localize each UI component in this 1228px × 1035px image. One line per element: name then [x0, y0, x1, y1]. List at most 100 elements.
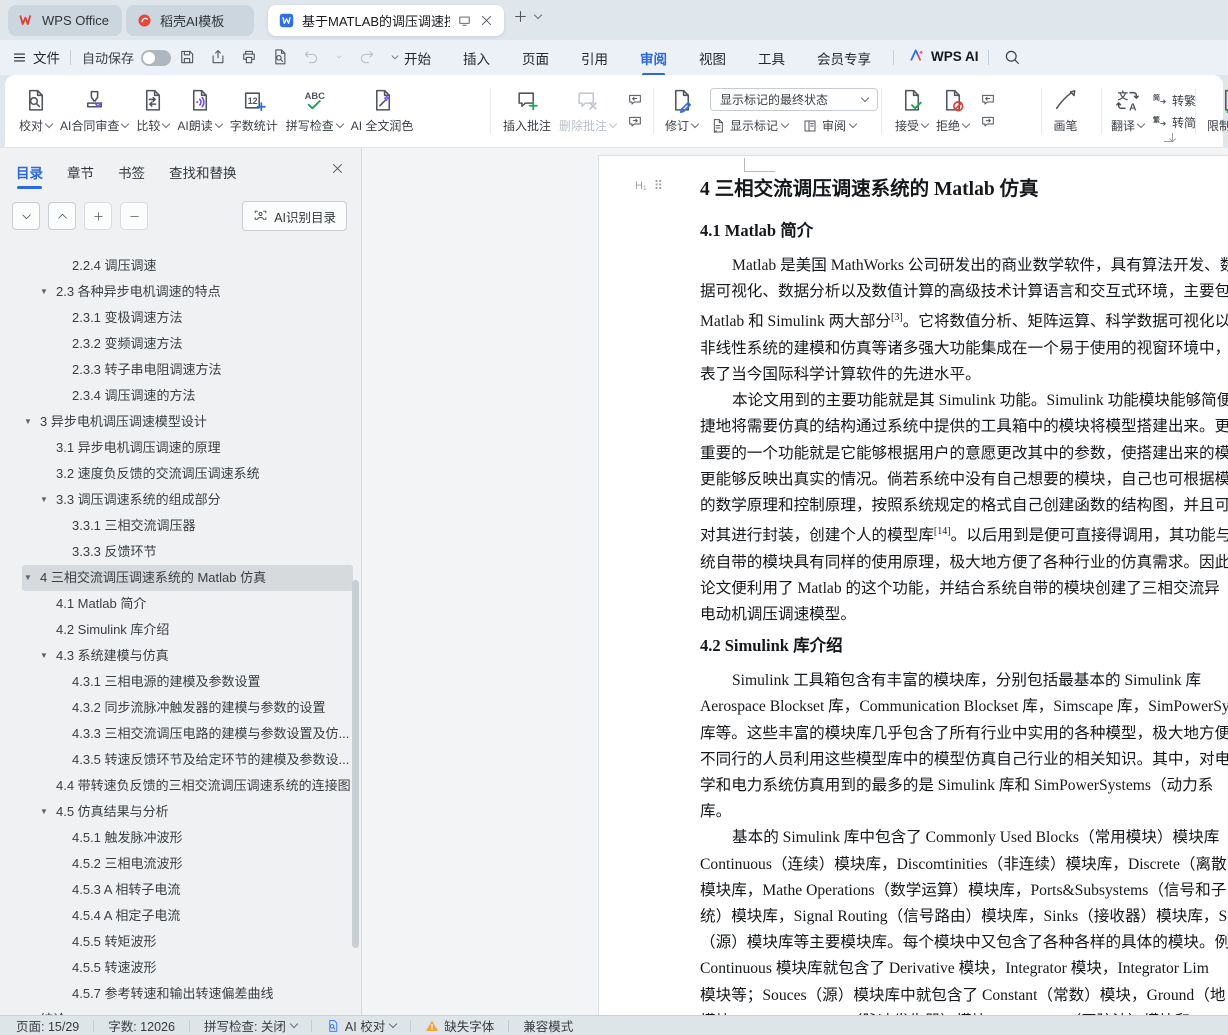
reject-button[interactable]: 拒绝 — [932, 88, 973, 134]
menu-视图[interactable]: 视图 — [699, 48, 726, 68]
chevron-sm-icon[interactable] — [389, 51, 401, 63]
collapse-arrow-icon[interactable]: ▼ — [40, 279, 48, 305]
toc-item[interactable]: 2.2.4 调压调速 — [0, 253, 361, 279]
collapse-arrow-icon[interactable]: ▼ — [40, 487, 48, 513]
document-page[interactable]: H₁ ⠿ 4 三相交流调压调速系统的 Matlab 仿真 4.1 Matlab … — [598, 155, 1228, 1015]
toc-item[interactable]: 4.1 Matlab 简介 — [0, 591, 361, 617]
spell-check-status[interactable]: 拼写检查: 关闭 — [204, 1016, 297, 1035]
toc-item[interactable]: 4.5.2 三相电流波形 — [0, 851, 361, 877]
previous-change-icon[interactable] — [979, 92, 997, 108]
plus-button[interactable] — [84, 202, 112, 230]
toc-item[interactable]: ▼4 三相交流调压调速系统的 Matlab 仿真 — [0, 565, 361, 591]
toc-item[interactable]: 4.5.5 转速波形 — [0, 955, 361, 981]
previous-comment-icon[interactable] — [626, 92, 644, 108]
toc-item[interactable]: 3.3.3 反馈环节 — [0, 539, 361, 565]
to-simplified-button[interactable]: 繁 转简 — [1152, 114, 1196, 131]
collapse-arrow-icon[interactable]: ▼ — [24, 409, 32, 435]
insert-comment-button[interactable]: 插入批注 — [499, 88, 555, 134]
export-icon[interactable] — [209, 48, 227, 66]
to-traditional-button[interactable]: 简 转繁 — [1152, 92, 1196, 109]
collapse-arrow-icon[interactable]: ▼ — [24, 565, 32, 591]
toc-item[interactable]: 4.5.5 转矩波形 — [0, 929, 361, 955]
toc-item[interactable]: ▼3.3 调压调速系统的组成部分 — [0, 487, 361, 513]
print-icon[interactable] — [240, 48, 258, 66]
menu-页面[interactable]: 页面 — [522, 48, 549, 68]
tab-list-arrow-icon[interactable] — [534, 11, 542, 19]
toc-item[interactable]: 4.2 Simulink 库介绍 — [0, 617, 361, 643]
menu-开始[interactable]: 开始 — [404, 48, 431, 68]
toc-item[interactable]: 3.2 速度负反馈的交流调压调速系统 — [0, 461, 361, 487]
ai-recognize-toc-button[interactable]: AI识别目录 — [242, 201, 347, 231]
toc-item[interactable]: ▼2.3 各种异步电机调速的特点 — [0, 279, 361, 305]
restrict-editing-button[interactable]: 限制编辑 — [1203, 88, 1228, 134]
browser-tab[interactable]: WPS Office — [8, 5, 122, 36]
toc-item[interactable]: 4.4 带转速负反馈的三相交流调压调速系统的连接图 — [0, 773, 361, 799]
toc-item[interactable]: 4.3.3 三相交流调压电路的建模与参数设置及仿... — [0, 721, 361, 747]
toc-item[interactable]: ▼4.5 仿真结果与分析 — [0, 799, 361, 825]
menu-工具[interactable]: 工具 — [758, 48, 785, 68]
page-indicator[interactable]: 页面: 15/29 — [16, 1016, 79, 1035]
chevron-sm-gray-icon[interactable] — [333, 51, 345, 63]
chev-down-button[interactable] — [12, 202, 40, 230]
minus-button[interactable] — [120, 202, 148, 230]
collapse-arrow-icon[interactable]: ▼ — [40, 643, 48, 669]
AI合同审查-button[interactable]: AI合同审查 — [56, 88, 132, 134]
校对-button[interactable]: 校对 — [15, 88, 56, 134]
wps-ai-button[interactable]: WPS AI — [908, 47, 979, 65]
preview-icon[interactable] — [271, 48, 289, 66]
pane-tab-目录[interactable]: 目录 — [16, 162, 43, 182]
menu-会员专享[interactable]: 会员专享 — [817, 48, 871, 68]
toc-item[interactable]: 4.5.1 触发脉冲波形 — [0, 825, 361, 851]
toc-item[interactable]: 4.3.2 同步流脉冲触发器的建模与参数的设置 — [0, 695, 361, 721]
pane-tab-书签[interactable]: 书签 — [118, 162, 145, 182]
toc-item[interactable]: 2.3.1 变极调速方法 — [0, 305, 361, 331]
translate-button[interactable]: 文A 翻译 — [1107, 88, 1148, 134]
accept-button[interactable]: 接受 — [891, 88, 932, 134]
next-change-icon[interactable] — [979, 114, 997, 130]
close-tab-icon[interactable] — [479, 13, 494, 28]
group-expand-icon[interactable] — [1164, 133, 1173, 142]
toc-item[interactable]: 3.1 异步电机调压调速的原理 — [0, 435, 361, 461]
toc-item[interactable]: ▼结论 — [0, 1007, 361, 1015]
browser-tab[interactable]: 基于MATLAB的调压调速控制 — [268, 5, 504, 36]
toc-item[interactable]: 4.3.5 转速反馈环节及给定环节的建模及参数设... — [0, 747, 361, 773]
undo-icon[interactable] — [302, 48, 320, 66]
word-count-indicator[interactable]: 字数: 12026 — [108, 1016, 175, 1035]
AI 全文润色-button[interactable]: AI 全文润色 — [347, 88, 418, 134]
missing-font-warning[interactable]: 缺失字体 — [425, 1016, 494, 1035]
sidebar-scrollbar[interactable] — [352, 580, 359, 948]
autosave-toggle[interactable] — [141, 50, 171, 66]
drag-handle-icon[interactable]: ⠿ — [654, 178, 663, 194]
toc-item[interactable]: 4.5.3 A 相转子电流 — [0, 877, 361, 903]
chev-up-button[interactable] — [48, 202, 76, 230]
pane-tab-查找和替换[interactable]: 查找和替换 — [169, 162, 237, 182]
ai-proofread-button[interactable]: AI 校对 — [326, 1016, 396, 1035]
比较-button[interactable]: 比较 — [132, 88, 173, 134]
browser-tab[interactable]: 稻壳AI模板 — [126, 5, 254, 36]
file-menu[interactable]: 文件 — [12, 47, 60, 67]
字数统计-button[interactable]: 12字数统计 — [226, 88, 282, 134]
toc-item[interactable]: ▼3 异步电机调压调速模型设计 — [0, 409, 361, 435]
review-pane-button[interactable]: 审阅 — [802, 117, 856, 134]
next-comment-icon[interactable] — [626, 114, 644, 130]
toc-item[interactable]: 2.3.3 转子串电阻调速方法 — [0, 357, 361, 383]
toc-item[interactable]: 4.5.4 A 相定子电流 — [0, 903, 361, 929]
menu-审阅[interactable]: 审阅 — [640, 48, 667, 68]
AI朗读-button[interactable]: AI朗读 — [173, 88, 225, 134]
search-icon[interactable] — [1003, 48, 1021, 66]
pane-tab-章节[interactable]: 章节 — [67, 162, 94, 182]
toc-item[interactable]: 2.3.4 调压调速的方法 — [0, 383, 361, 409]
close-pane-icon[interactable] — [330, 161, 345, 176]
menu-插入[interactable]: 插入 — [463, 48, 490, 68]
collapse-arrow-icon[interactable]: ▼ — [24, 1007, 32, 1015]
new-tab-icon[interactable] — [512, 8, 529, 25]
拼写检查-button[interactable]: ABC拼写检查 — [282, 88, 347, 134]
show-markup-button[interactable]: 显示标记 — [710, 117, 788, 134]
toc-item[interactable]: 3.3.1 三相交流调压器 — [0, 513, 361, 539]
toc-item[interactable]: 4.3.1 三相电源的建模及参数设置 — [0, 669, 361, 695]
markup-state-dropdown[interactable]: 显示标记的最终状态 — [710, 88, 878, 111]
toc-item[interactable]: 4.5.7 参考转速和输出转速偏差曲线 — [0, 981, 361, 1007]
pen-button[interactable]: 画笔 — [1049, 88, 1082, 134]
toc-item[interactable]: ▼4.3 系统建模与仿真 — [0, 643, 361, 669]
save-icon[interactable] — [178, 48, 196, 66]
